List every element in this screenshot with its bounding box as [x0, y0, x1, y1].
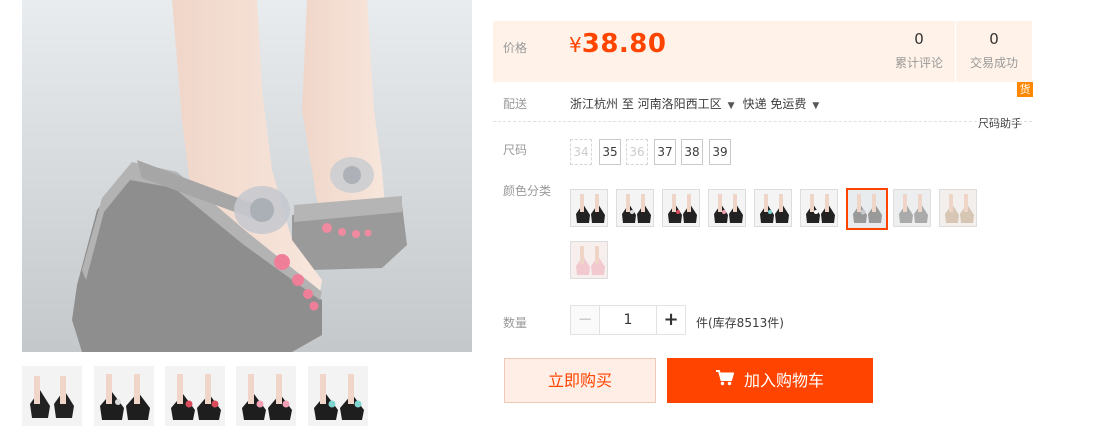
price-amount: 38.80	[581, 29, 667, 59]
huo-badge: 货	[1017, 82, 1033, 97]
price-label: 价格	[503, 41, 528, 55]
reviews-count: 0	[914, 30, 924, 48]
sales-count: 0	[989, 30, 999, 48]
size-option-34[interactable]: 34	[570, 139, 592, 165]
size-option-38[interactable]: 38	[681, 139, 703, 165]
sales-label: 交易成功	[969, 56, 1018, 70]
color-swatch[interactable]	[708, 189, 746, 227]
quantity-increase-button[interactable]: +	[656, 305, 686, 335]
ship-method: 快递 免运费	[742, 97, 807, 111]
product-main-image	[22, 0, 472, 352]
size-option-36[interactable]: 36	[626, 139, 648, 165]
product-info-panel: 价格 ¥38.80 0 累计评论 0 交易成功 配送 浙江杭州 至 河南洛阳西工…	[493, 0, 1093, 446]
thumbnail-5[interactable]	[308, 366, 368, 426]
shipping-label: 配送	[503, 97, 528, 111]
buy-now-button[interactable]: 立即购买	[504, 358, 656, 403]
ship-from: 浙江杭州 至	[570, 97, 634, 111]
price-value: ¥38.80	[569, 29, 666, 59]
quantity-input[interactable]: 1	[599, 305, 657, 335]
sales-stat[interactable]: 0 交易成功	[962, 30, 1026, 71]
color-swatch[interactable]	[939, 189, 977, 227]
size-option-37[interactable]: 37	[654, 139, 676, 165]
reviews-stat[interactable]: 0 累计评论	[889, 30, 949, 71]
chevron-down-icon: ▼	[812, 101, 820, 111]
add-to-cart-button[interactable]: 加入购物车	[667, 358, 873, 403]
thumbnail-strip	[22, 366, 472, 426]
quantity-label: 数量	[503, 316, 528, 330]
color-swatch[interactable]	[662, 189, 700, 227]
thumbnail-1[interactable]	[22, 366, 82, 426]
stat-divider	[955, 21, 956, 82]
currency-symbol: ¥	[569, 33, 582, 57]
ship-to: 河南洛阳西工区	[637, 97, 722, 111]
chevron-down-icon: ▼	[727, 101, 735, 111]
add-to-cart-label: 加入购物车	[743, 371, 824, 390]
quantity-decrease-button[interactable]: −	[570, 305, 600, 335]
thumbnail-2[interactable]	[94, 366, 154, 426]
thumbnail-4[interactable]	[236, 366, 296, 426]
size-helper-link[interactable]: 尺码助手	[978, 115, 1022, 131]
reviews-label: 累计评论	[894, 56, 943, 70]
price-box: 价格 ¥38.80 0 累计评论 0 交易成功	[493, 21, 1032, 82]
color-label: 颜色分类	[503, 184, 552, 198]
color-swatch[interactable]	[893, 189, 931, 227]
color-swatch[interactable]	[616, 189, 654, 227]
size-label: 尺码	[503, 143, 528, 157]
ship-to-dropdown[interactable]: 河南洛阳西工区 ▼	[638, 97, 743, 111]
thumbnail-3[interactable]	[165, 366, 225, 426]
quantity-stepper: − 1 +	[570, 305, 686, 335]
divider	[493, 121, 1032, 122]
color-swatch-selected[interactable]	[846, 188, 888, 230]
color-swatch[interactable]	[570, 189, 608, 227]
ship-method-dropdown[interactable]: 快递 免运费 ▼	[743, 97, 828, 111]
color-swatch[interactable]	[570, 241, 608, 279]
color-swatch[interactable]	[754, 189, 792, 227]
size-option-39[interactable]: 39	[709, 139, 731, 165]
size-option-35[interactable]: 35	[599, 139, 621, 165]
shopping-cart-icon	[715, 358, 735, 403]
color-swatch[interactable]	[800, 189, 838, 227]
stock-info: 件(库存8513件)	[696, 316, 784, 330]
shipping-info: 浙江杭州 至 河南洛阳西工区 ▼ 快递 免运费 ▼	[570, 95, 827, 112]
